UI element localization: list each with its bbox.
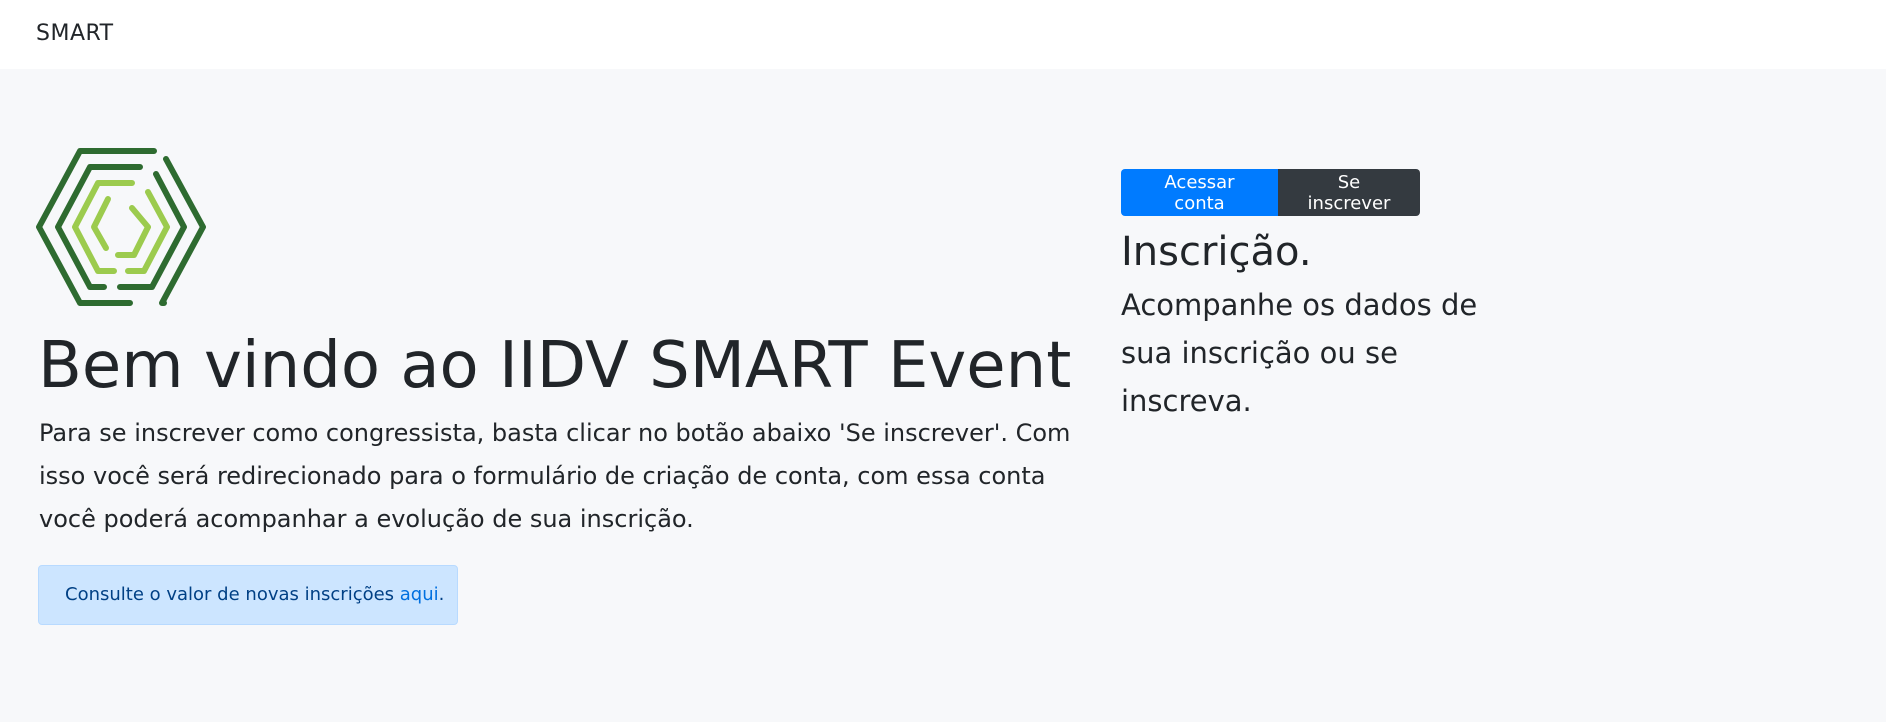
pricing-alert-suffix: .	[438, 584, 445, 605]
pricing-alert: Consulte o valor de novas inscrições aqu…	[38, 565, 458, 625]
signup-button[interactable]: Se inscrever	[1278, 169, 1420, 216]
main-content: Bem vindo ao IIDV SMART Event Para se in…	[0, 69, 1886, 722]
intro-paragraph: Para se inscrever como congressista, bas…	[39, 419, 1071, 533]
hexagon-maze-logo-icon	[36, 148, 206, 306]
navbar-brand[interactable]: SMART	[36, 21, 114, 46]
auth-button-group: Acessar conta Se inscrever	[1121, 169, 1420, 216]
navbar: SMART	[0, 0, 1886, 69]
registration-text: Acompanhe os dados de sua inscrição ou s…	[1121, 288, 1478, 418]
login-button[interactable]: Acessar conta	[1121, 169, 1278, 216]
pricing-link[interactable]: aqui	[400, 584, 439, 605]
registration-title: Inscrição.	[1121, 229, 1312, 275]
page-title: Bem vindo ao IIDV SMART Event	[38, 329, 1072, 403]
pricing-alert-text: Consulte o valor de novas inscrições	[65, 584, 400, 605]
